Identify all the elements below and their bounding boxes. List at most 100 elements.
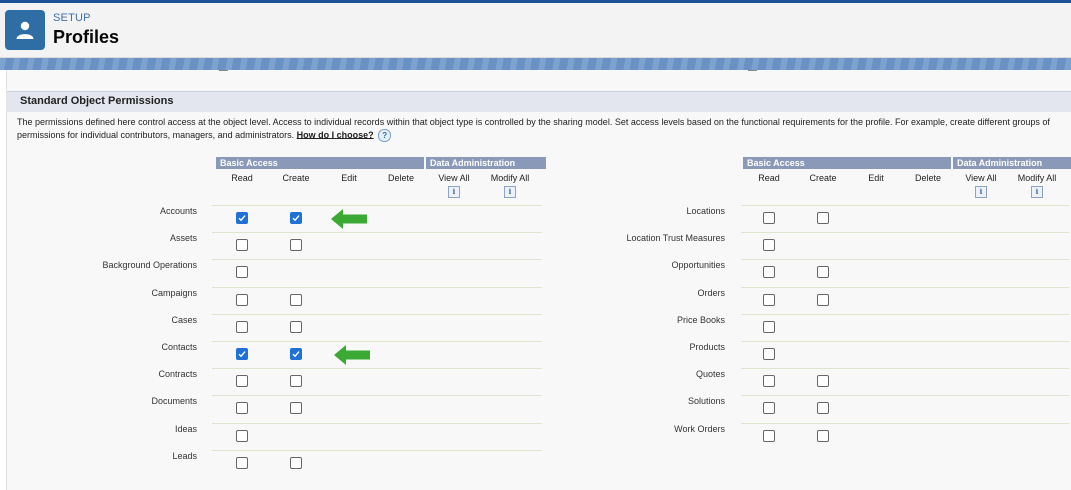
contracts-read-checkbox[interactable] [236,375,248,387]
leads-read-checkbox[interactable] [236,457,248,469]
price-books-read-checkbox[interactable] [763,321,775,333]
contracts-create-checkbox[interactable] [290,375,302,387]
quotes-create-checkbox[interactable] [817,375,829,387]
background-operations-read-checkbox[interactable] [236,266,248,278]
column-header-modify-all: Modify All [1017,173,1057,183]
locations-create-checkbox[interactable] [817,212,829,224]
section-title: Standard Object Permissions [20,95,174,107]
solutions-read-checkbox[interactable] [763,402,775,414]
row-divider [212,259,542,260]
leads-create-checkbox[interactable] [290,457,302,469]
decorative-band [0,58,1071,70]
info-icon[interactable]: i [975,186,987,198]
row-divider [212,232,542,233]
row-divider [741,287,1069,288]
group-label: Basic Access [220,158,278,168]
row-label: Documents [151,396,197,406]
solutions-create-checkbox[interactable] [817,402,829,414]
row-label: Background Operations [102,260,197,270]
row-label: Accounts [159,206,197,216]
group-label: Data Administration [957,158,1043,168]
group-header-basic-access: Basic Access [743,157,951,169]
row-divider [741,395,1069,396]
section-header: Standard Object Permissions [7,91,1071,112]
description-text: The permissions defined here control acc… [17,117,1050,140]
row-label: Campaigns [151,288,197,298]
row-label: Products [689,342,725,352]
row-divider [212,205,542,206]
row-label: Opportunities [671,260,725,270]
accounts-create-checkbox[interactable] [290,212,302,224]
row-divider [212,395,542,396]
orders-create-checkbox[interactable] [817,294,829,306]
row-label: Contacts [161,342,197,352]
info-icon[interactable]: i [448,186,460,198]
work-orders-create-checkbox[interactable] [817,430,829,442]
group-label: Data Administration [430,158,516,168]
page-header: SETUP Profiles [0,3,1071,58]
divider-stub [748,70,757,72]
row-label: Price Books [676,315,725,325]
row-divider [212,314,542,315]
info-icon[interactable]: i [1031,186,1043,198]
orders-read-checkbox[interactable] [763,294,775,306]
assets-create-checkbox[interactable] [290,239,302,251]
row-divider [741,259,1069,260]
row-label: Leads [172,451,197,461]
row-divider [212,423,542,424]
work-orders-read-checkbox[interactable] [763,430,775,442]
breadcrumb[interactable]: SETUP [53,12,91,24]
group-label: Basic Access [747,158,805,168]
campaigns-create-checkbox[interactable] [290,294,302,306]
row-label: Work Orders [674,424,725,434]
row-label: Cases [171,315,197,325]
section-description: The permissions defined here control acc… [17,117,1057,142]
row-label: Quotes [695,369,725,379]
locations-read-checkbox[interactable] [763,212,775,224]
row-divider [741,205,1069,206]
ideas-read-checkbox[interactable] [236,430,248,442]
documents-read-checkbox[interactable] [236,402,248,414]
divider-stub [219,70,228,72]
group-header-data-administration: Data Administration [426,157,546,169]
row-label: Ideas [174,424,197,434]
row-label: Solutions [687,396,725,406]
green-arrow-icon [330,208,368,235]
row-divider [741,341,1069,342]
row-divider [212,341,542,342]
row-label: Assets [169,233,197,243]
location-trust-measures-read-checkbox[interactable] [763,239,775,251]
row-divider [741,314,1069,315]
row-divider [741,368,1069,369]
row-divider [212,450,542,451]
page-title: Profiles [53,27,120,47]
column-header-modify-all: Modify All [490,173,530,183]
campaigns-read-checkbox[interactable] [236,294,248,306]
row-divider [212,287,542,288]
products-read-checkbox[interactable] [763,348,775,360]
row-divider [741,232,1069,233]
contacts-create-checkbox[interactable] [290,348,302,360]
row-label: Locations [686,206,725,216]
cases-create-checkbox[interactable] [290,321,302,333]
help-icon[interactable]: ? [378,128,392,142]
cases-read-checkbox[interactable] [236,321,248,333]
documents-create-checkbox[interactable] [290,402,302,414]
opportunities-create-checkbox[interactable] [817,266,829,278]
how-do-i-choose-link[interactable]: How do I choose? [297,129,374,139]
accounts-read-checkbox[interactable] [236,212,248,224]
row-label: Contracts [158,369,197,379]
contacts-read-checkbox[interactable] [236,348,248,360]
quotes-read-checkbox[interactable] [763,375,775,387]
user-icon [5,10,45,50]
row-divider [741,423,1069,424]
row-divider [212,368,542,369]
group-header-basic-access: Basic Access [216,157,424,169]
assets-read-checkbox[interactable] [236,239,248,251]
row-label: Location Trust Measures [626,233,725,243]
opportunities-read-checkbox[interactable] [763,266,775,278]
row-label: Orders [697,288,725,298]
info-icon[interactable]: i [504,186,516,198]
green-arrow-icon [333,344,371,371]
group-header-data-administration: Data Administration [953,157,1071,169]
